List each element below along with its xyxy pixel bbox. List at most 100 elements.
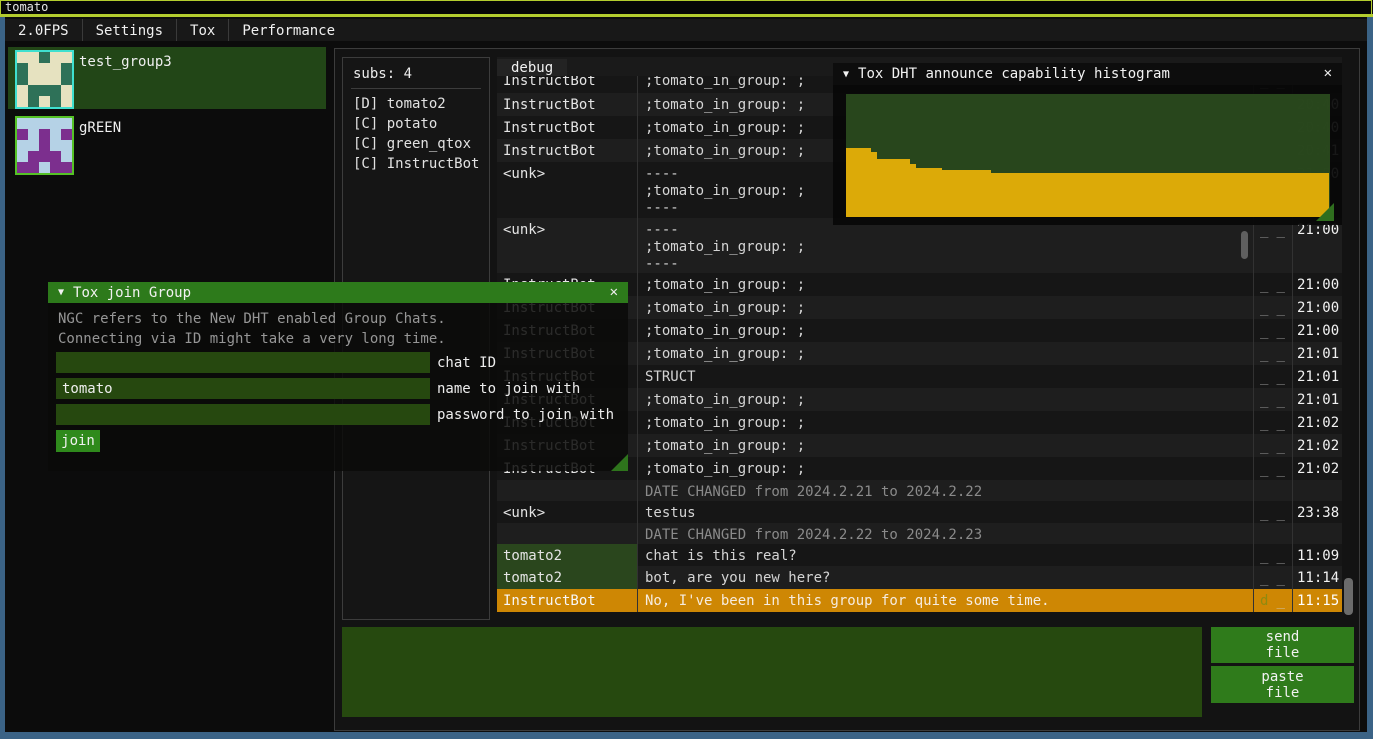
close-icon[interactable]: ✕ <box>610 284 618 300</box>
avatar-pixel <box>61 52 72 63</box>
group-item-green[interactable]: gREEN <box>8 113 326 175</box>
collapse-arrow-icon[interactable]: ▼ <box>58 287 64 298</box>
chat-scrollbar-thumb[interactable] <box>1344 578 1353 615</box>
chat-row-flags: __ <box>1253 434 1292 457</box>
join-field-row: password to join with <box>56 404 614 425</box>
avatar-pixel <box>61 140 72 151</box>
chat-row-message: No, I've been in this group for quite so… <box>638 589 1253 612</box>
avatar-pixel <box>17 96 28 107</box>
flag-none: _ <box>1276 346 1284 362</box>
join-titlebar[interactable]: ▼ Tox join Group ✕ <box>48 282 628 303</box>
chat-row-timestamp: 21:00 <box>1292 218 1342 273</box>
avatar-pixel <box>50 63 61 74</box>
menu-item-performance[interactable]: Performance <box>229 19 348 41</box>
chat-row[interactable]: <unk>----;tomato_in_group: ;----__21:00 <box>497 218 1342 273</box>
resize-grip[interactable] <box>611 454 628 471</box>
flag-none: _ <box>1260 505 1268 521</box>
close-icon[interactable]: ✕ <box>1324 65 1332 81</box>
join-field-input-0[interactable] <box>56 352 430 373</box>
chat-row[interactable]: InstructBotNo, I've been in this group f… <box>497 589 1342 612</box>
chat-row-author: InstructBot <box>497 76 638 93</box>
chat-row-author: tomato2 <box>497 544 638 566</box>
avatar-pixel <box>61 63 72 74</box>
avatar-pixel <box>39 52 50 63</box>
avatar-pixel <box>50 74 61 85</box>
chat-row[interactable]: DATE CHANGED from 2024.2.21 to 2024.2.22 <box>497 480 1342 501</box>
window-border-left <box>0 17 5 732</box>
chat-row[interactable]: DATE CHANGED from 2024.2.22 to 2024.2.23 <box>497 523 1342 544</box>
avatar-pixel <box>17 74 28 85</box>
subs-item-d-tomato2[interactable]: [D] tomato2 <box>353 94 489 114</box>
window-border-right <box>1367 17 1373 732</box>
chat-row-message: DATE CHANGED from 2024.2.22 to 2024.2.23 <box>638 523 1253 544</box>
avatar-pixel <box>50 129 61 140</box>
join-field-input-2[interactable] <box>56 404 430 425</box>
message-input[interactable] <box>342 627 1202 717</box>
avatar-pixel <box>50 118 61 129</box>
chat-row-message: ;tomato_in_group: ; <box>638 342 1253 365</box>
avatar-pixel <box>50 140 61 151</box>
chat-row-message: DATE CHANGED from 2024.2.21 to 2024.2.22 <box>638 480 1253 501</box>
flag-none: _ <box>1260 461 1268 477</box>
chat-row-message: ;tomato_in_group: ; <box>638 411 1253 434</box>
join-field-input-1[interactable]: tomato <box>56 378 430 399</box>
flag-none: _ <box>1276 461 1284 477</box>
subs-item-c-instructbot[interactable]: [C] InstructBot <box>353 154 489 174</box>
chat-row-flags: __ <box>1253 273 1292 296</box>
paste-file-button[interactable]: paste file <box>1211 666 1354 703</box>
histogram-bar <box>942 170 991 217</box>
chat-row-timestamp: 21:02 <box>1292 434 1342 457</box>
avatar-pixel <box>39 129 50 140</box>
join-field-row: chat ID <box>56 352 614 373</box>
chat-row-message: ;tomato_in_group: ; <box>638 457 1253 480</box>
flag-none: _ <box>1276 548 1284 564</box>
chat-row-timestamp: 21:02 <box>1292 411 1342 434</box>
chat-row-timestamp: 21:00 <box>1292 319 1342 342</box>
chat-row[interactable]: tomato2chat is this real?__11:09 <box>497 544 1342 566</box>
join-button[interactable]: join <box>56 430 100 452</box>
chat-row[interactable]: tomato2bot, are you new here?__11:14 <box>497 566 1342 589</box>
chat-row-message: bot, are you new here? <box>638 566 1253 589</box>
send-file-button[interactable]: send file <box>1211 627 1354 663</box>
join-field-label: password to join with <box>437 404 614 425</box>
chat-row-flags: __ <box>1253 296 1292 319</box>
flag-none: _ <box>1260 548 1268 564</box>
histogram-window: ▼ Tox DHT announce capability histogram … <box>833 63 1342 225</box>
avatar-pixel <box>17 129 28 140</box>
group-item-test-group3[interactable]: test_group3 <box>8 47 326 109</box>
flag-none: _ <box>1260 346 1268 362</box>
subs-item-c-green-qtox[interactable]: [C] green_qtox <box>353 134 489 154</box>
join-fields: chat IDtomatoname to join withpassword t… <box>56 352 614 430</box>
subs-list: [D] tomato2[C] potato[C] green_qtox[C] I… <box>343 89 489 174</box>
avatar-pixel <box>28 140 39 151</box>
chat-row-message: ;tomato_in_group: ; <box>638 388 1253 411</box>
avatar-pixel <box>28 96 39 107</box>
menu-item-2-0fps: 2.0FPS <box>5 19 82 41</box>
avatar-pixel <box>61 74 72 85</box>
avatar-pixel <box>39 74 50 85</box>
avatar-pixel <box>28 63 39 74</box>
window-border-bottom <box>0 732 1373 739</box>
flag-none: _ <box>1276 593 1284 609</box>
flag-none: _ <box>1260 415 1268 431</box>
subs-item-c-potato[interactable]: [C] potato <box>353 114 489 134</box>
avatar-pixel <box>28 162 39 173</box>
chat-row-author: <unk> <box>497 218 638 273</box>
chat-row-timestamp: 21:00 <box>1292 296 1342 319</box>
chat-row-message: ----;tomato_in_group: ;---- <box>638 218 1253 273</box>
message-scrollbar-thumb[interactable] <box>1241 231 1248 259</box>
avatar-pixel <box>17 85 28 96</box>
collapse-arrow-icon[interactable]: ▼ <box>843 69 849 80</box>
menu-bar: 2.0FPSSettingsToxPerformance <box>5 19 1367 41</box>
title-bar: tomato <box>0 0 1372 14</box>
avatar-pixel <box>61 96 72 107</box>
menu-item-settings[interactable]: Settings <box>83 19 176 41</box>
resize-grip[interactable] <box>1316 203 1334 221</box>
histogram-titlebar[interactable]: ▼ Tox DHT announce capability histogram … <box>833 63 1342 85</box>
join-field-label: chat ID <box>437 352 496 373</box>
flag-none: _ <box>1276 369 1284 385</box>
chat-row[interactable]: <unk>testus__23:38 <box>497 501 1342 523</box>
group-list: test_group3gREEN <box>8 47 326 179</box>
flag-none: _ <box>1276 505 1284 521</box>
menu-item-tox[interactable]: Tox <box>177 19 228 41</box>
